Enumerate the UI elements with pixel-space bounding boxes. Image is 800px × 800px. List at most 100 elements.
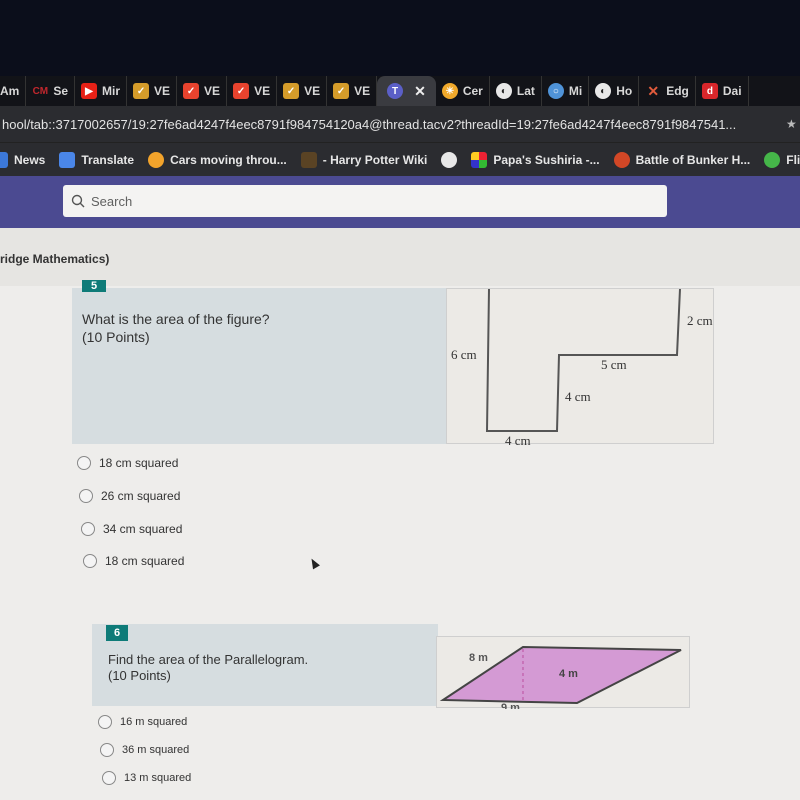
question-number-badge: 6 [106,625,128,641]
bookmark-star-icon[interactable]: ★ [786,117,797,131]
teams-icon: T [387,83,404,99]
question-5-text: What is the area of the figure? (10 Poin… [82,310,270,346]
question-points: (10 Points) [82,329,150,345]
label-base: 9 m [501,702,520,709]
bookmark-papas-sushiria[interactable]: Papa's Sushiria -... [471,151,600,168]
browser-tab[interactable]: ✓ VE [327,76,378,106]
radio-button[interactable] [98,715,112,729]
tab-label: VE [154,84,171,98]
browser-tab[interactable]: ○ Mi [542,76,590,106]
option-label: 34 cm squared [103,522,183,536]
browser-tab-active[interactable]: T ✕ [377,76,436,106]
label-top-right: 2 cm [687,313,713,328]
option-label: 16 m squared [120,716,188,728]
sun-icon: ☀ [441,83,458,99]
search-placeholder: Search [91,193,133,209]
answer-option[interactable]: 34 cm squared [81,522,182,536]
answer-option[interactable]: 18 cm squared [83,554,184,568]
option-label: 36 m squared [122,744,190,756]
answer-option[interactable]: 16 m squared [98,715,187,729]
bookmark-news[interactable]: News [0,151,45,168]
bookmarks-bar: News Translate Cars moving throu... - Ha… [0,142,800,176]
bookmark-translate[interactable]: Translate [59,151,135,168]
screen: Am CM Se ▶ Mir ✓ VE ✓ VE ✓ VE ✓ VE ✓ VE [0,0,800,800]
browser-tab[interactable]: ✓ VE [277,76,328,106]
browser-tab-strip: Am CM Se ▶ Mir ✓ VE ✓ VE ✓ VE ✓ VE ✓ VE [0,76,800,106]
flipgrid-icon [764,151,781,168]
bookmark-label: Battle of Bunker H... [635,152,751,167]
tab-label: Ho [616,84,633,98]
browser-tab[interactable]: ◐ Ho [589,76,640,106]
label-bottom: 4 cm [505,433,531,445]
mail-icon: ✓ [183,83,200,99]
d-icon: d [701,83,718,99]
mail-icon: ✓ [133,83,150,99]
cm-icon: CM [32,85,49,97]
youtube-icon: ▶ [81,83,98,99]
browser-tab[interactable]: ☀ Cer [436,76,490,106]
label-left: 6 cm [451,347,477,362]
bookmark-harry-potter[interactable]: - Harry Potter Wiki [300,151,427,168]
bookmark-label: Translate [81,152,135,167]
tab-label: Am [0,84,20,98]
question-text: Find the area of the Parallelogram. [108,652,309,667]
form-card: 5 What is the area of the figure? (10 Po… [0,280,800,800]
radio-button[interactable] [79,489,93,503]
question-points: (10 Points) [108,668,171,683]
globe-icon [441,151,458,168]
browser-tab[interactable]: ▶ Mir [75,76,128,106]
papas-icon [471,151,488,168]
radio-button[interactable] [100,743,114,757]
bookmark-globe[interactable] [441,151,458,168]
translate-icon [59,151,76,168]
bookmark-battle-bunker-hill[interactable]: Battle of Bunker H... [613,151,751,168]
bookmark-flipgrid[interactable]: Flipgrid [764,151,800,168]
bookmark-cars[interactable]: Cars moving throu... [148,151,287,168]
option-label: 13 m squared [124,772,192,784]
mail-icon: ✓ [283,83,300,99]
bookmark-label: Papa's Sushiria -... [493,152,600,167]
tab-label: Edg [666,84,689,98]
l-shape-outline [485,288,681,432]
radio-button[interactable] [77,456,91,470]
browser-tab[interactable]: ✓ VE [127,76,178,106]
address-bar[interactable]: hool/tab::3717002657/19:27fe6ad4247f4eec… [0,106,800,142]
globe-icon: ◐ [495,83,512,99]
label-side: 8 m [469,652,488,664]
tab-label: VE [204,84,221,98]
answer-option[interactable]: 13 m squared [102,771,191,785]
tab-label: Dai [722,84,742,98]
browser-tab[interactable]: Am [0,76,27,106]
globe-icon: ◐ [595,83,612,99]
tab-label: VE [254,84,271,98]
close-tab-icon[interactable]: ✕ [414,83,426,100]
question-5-figure: 6 cm 2 cm 5 cm 4 cm 4 cm [446,288,714,448]
mail-icon: ✓ [233,83,250,99]
bookmark-label: Flipgrid [786,152,800,167]
tab-label: Cer [462,84,483,98]
option-label: 18 cm squared [99,456,179,470]
bookmark-label: Cars moving throu... [170,152,287,167]
radio-button[interactable] [102,771,116,785]
radio-button[interactable] [81,522,95,536]
search-icon [71,194,85,208]
browser-tab[interactable]: ✓ VE [227,76,278,106]
url-text[interactable]: hool/tab::3717002657/19:27fe6ad4247f4eec… [2,117,782,132]
browser-tab[interactable]: CM Se [26,76,76,106]
breadcrumb: ridge Mathematics) [0,252,110,266]
label-inner: 4 cm [565,389,591,404]
circle-icon: ○ [547,83,564,99]
option-label: 26 cm squared [101,489,181,503]
tab-label: Mi [568,84,583,98]
browser-tab[interactable]: ✕ Edg [639,76,696,106]
answer-option[interactable]: 36 m squared [100,743,189,757]
answer-option[interactable]: 26 cm squared [79,489,180,503]
browser-tab[interactable]: ◐ Lat [490,76,542,106]
browser-tab[interactable]: ✓ VE [177,76,228,106]
browser-tab[interactable]: d Dai [696,76,749,106]
teams-header: Search [0,176,800,228]
radio-button[interactable] [83,554,97,568]
harry-potter-icon [300,151,317,168]
search-input[interactable]: Search [63,185,667,217]
answer-option[interactable]: 18 cm squared [77,456,178,470]
